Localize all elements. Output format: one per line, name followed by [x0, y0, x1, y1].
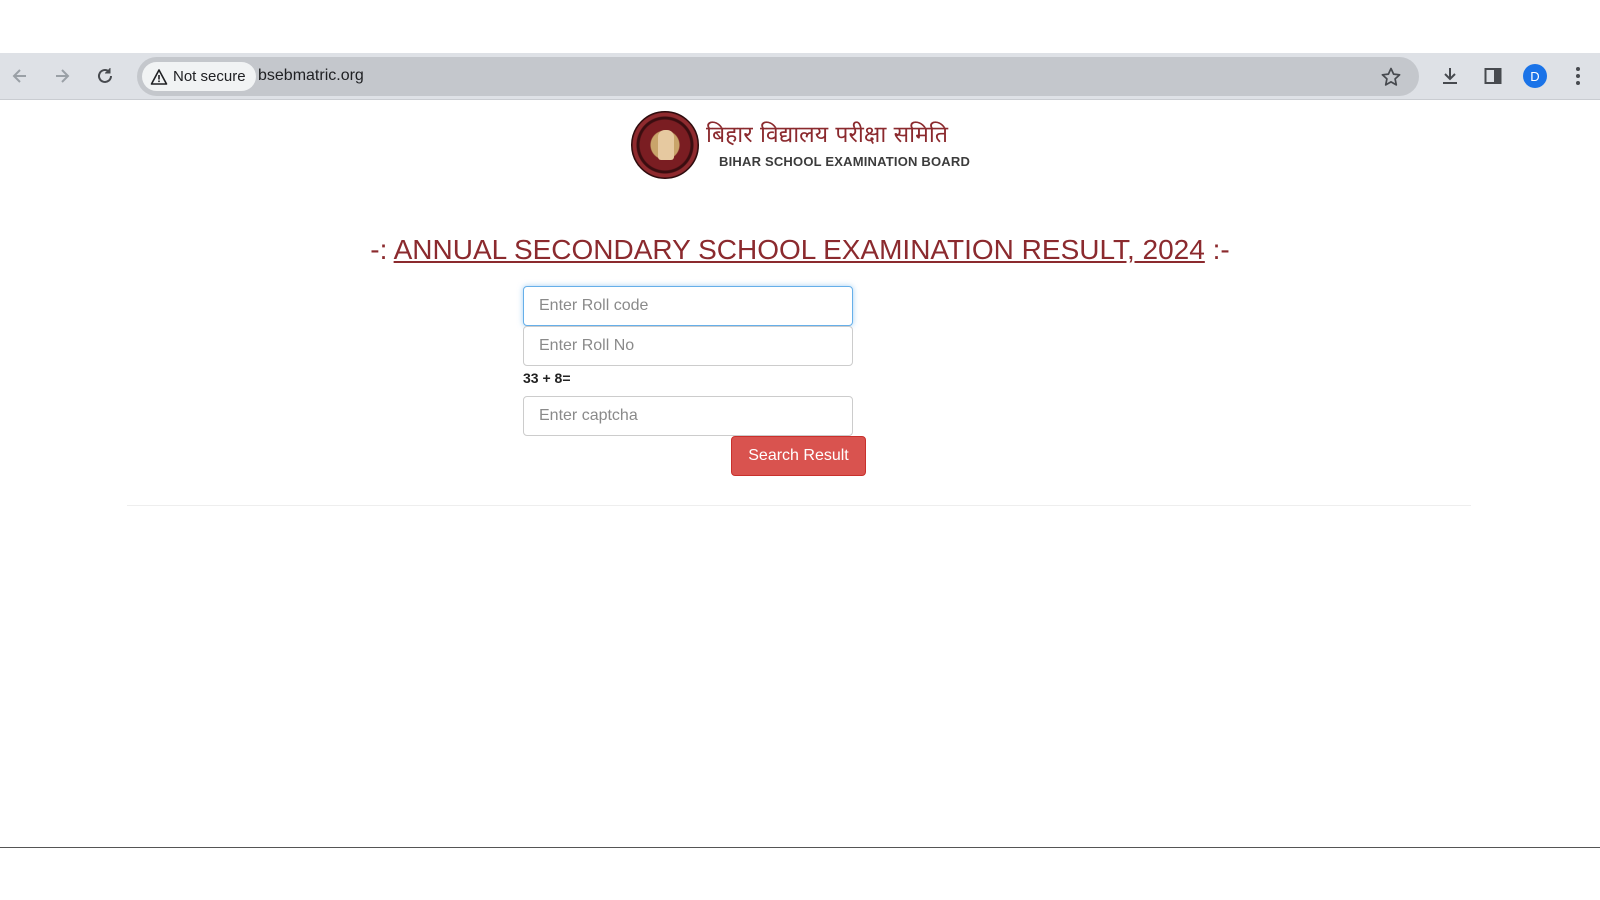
- bookmark-star-icon[interactable]: [1380, 66, 1402, 88]
- warning-icon: [150, 68, 168, 85]
- title-main: ANNUAL SECONDARY SCHOOL EXAMINATION RESU…: [393, 234, 1205, 265]
- title-prefix: -:: [370, 234, 388, 265]
- url-text[interactable]: bsebmatric.org: [258, 67, 364, 85]
- roll-no-input[interactable]: [523, 326, 853, 366]
- forward-button[interactable]: [47, 61, 77, 91]
- address-bar[interactable]: Not secure bsebmatric.org: [137, 57, 1419, 96]
- side-panel-icon: [1484, 68, 1502, 84]
- arrow-right-icon: [56, 69, 70, 83]
- bseb-emblem-icon: [631, 111, 699, 179]
- reload-button[interactable]: [90, 61, 120, 91]
- site-security-chip[interactable]: Not secure: [142, 62, 256, 91]
- downloads-button[interactable]: [1437, 63, 1463, 89]
- logo-english-text: BIHAR SCHOOL EXAMINATION BOARD: [719, 154, 971, 169]
- captcha-question: 33 + 8=: [523, 370, 571, 386]
- arrow-left-icon: [12, 69, 26, 83]
- back-button[interactable]: [5, 61, 35, 91]
- title-suffix: :-: [1212, 234, 1230, 265]
- side-panel-button[interactable]: [1480, 63, 1506, 89]
- download-icon: [1443, 68, 1457, 84]
- browser-menu-button[interactable]: [1565, 63, 1591, 89]
- captcha-input[interactable]: [523, 396, 853, 436]
- emblem-figure: [658, 130, 674, 160]
- reload-icon: [98, 68, 112, 83]
- content-divider: [127, 505, 1471, 506]
- search-result-button[interactable]: Search Result: [731, 436, 866, 476]
- roll-code-input[interactable]: [523, 286, 853, 326]
- board-logo: बिहार विद्यालय परीक्षा समिति BIHAR SCHOO…: [631, 111, 971, 181]
- profile-avatar[interactable]: D: [1523, 64, 1547, 88]
- more-vertical-icon: [1576, 67, 1580, 85]
- browser-toolbar: Not secure bsebmatric.org D: [0, 53, 1600, 100]
- logo-hindi-text: बिहार विद्यालय परीक्षा समिति: [706, 122, 948, 148]
- security-label: Not secure: [173, 68, 246, 85]
- page-title: -: ANNUAL SECONDARY SCHOOL EXAMINATION R…: [0, 234, 1600, 266]
- bottom-border: [0, 847, 1600, 848]
